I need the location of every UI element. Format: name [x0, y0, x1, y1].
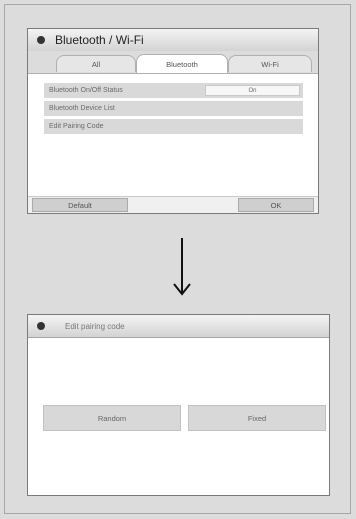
bluetooth-wifi-screen: Bluetooth / Wi-Fi All Wi-Fi Bluetooth Bl…	[27, 28, 319, 214]
menu-item-edit-pairing-code[interactable]: Edit Pairing Code	[44, 119, 303, 134]
menu-item-device-list[interactable]: Bluetooth Device List	[44, 101, 303, 116]
settings-menu: Bluetooth On/Off Status On Bluetooth Dev…	[44, 83, 303, 137]
tab-bluetooth[interactable]: Bluetooth	[136, 54, 228, 73]
random-button[interactable]: Random	[43, 405, 181, 431]
ok-button[interactable]: OK	[238, 198, 314, 212]
screen-title: Bluetooth / Wi-Fi	[55, 33, 144, 47]
menu-item-label: Bluetooth On/Off Status	[49, 87, 123, 94]
screen-title: Edit pairing code	[65, 321, 125, 331]
title-bar: Edit pairing code	[28, 315, 329, 338]
menu-item-bluetooth-status[interactable]: Bluetooth On/Off Status On	[44, 83, 303, 98]
bottom-bar: Default OK	[28, 196, 318, 213]
arrow-down-icon	[173, 238, 191, 296]
menu-item-label: Bluetooth Device List	[49, 105, 115, 112]
edit-pairing-code-screen: Edit pairing code Random Fixed	[27, 314, 330, 496]
default-button[interactable]: Default	[32, 198, 128, 212]
bullet-icon	[37, 36, 45, 44]
bullet-icon	[37, 322, 45, 330]
fixed-button[interactable]: Fixed	[188, 405, 326, 431]
tab-all[interactable]: All	[56, 55, 136, 72]
tab-bar: All Wi-Fi Bluetooth	[28, 51, 318, 74]
status-value: On	[205, 85, 300, 96]
title-bar: Bluetooth / Wi-Fi	[28, 29, 318, 52]
tab-wifi[interactable]: Wi-Fi	[228, 55, 312, 72]
menu-item-label: Edit Pairing Code	[49, 123, 104, 130]
